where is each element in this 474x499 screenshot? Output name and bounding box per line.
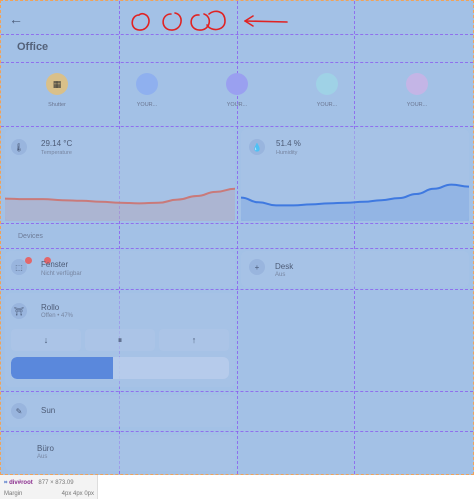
unavailable-badge [25,257,32,264]
humidity-value: 51.4 % [276,139,301,148]
buero-name: Büro [37,444,54,453]
buero-status: Aus [37,454,48,460]
fenster-status: Nicht verfügbar [41,271,82,277]
thermometer-icon: 🌡 [11,139,27,155]
scene-label: YOUR... [136,102,158,108]
sun-name: Sun [41,406,56,415]
slider-fill [11,357,114,379]
grid-guide [237,1,238,474]
devtools-highlight-overlay: ← Office ▦ Shutter YOUR... YOUR... YOUR.… [0,0,474,475]
element-tag: div#root [9,480,33,486]
plus-icon[interactable]: + [249,259,265,275]
scene-button[interactable]: YOUR... [308,73,346,108]
grid-guide [1,126,473,127]
desk-status: Aus [275,272,286,278]
blinds-icon: ⛩ [11,303,27,319]
page-title: Office [17,41,49,53]
scene-icon [316,73,338,95]
prop-value: 4px 4px 0px [61,491,94,497]
pause-icon: ⏸ [117,334,123,345]
grid-guide [1,391,473,392]
red-scribble-annotation [131,10,288,31]
grid-guide [1,289,473,290]
sun-icon: ✎ [11,403,27,419]
scene-icon [406,73,428,95]
grid-guide [1,431,473,432]
humidity-label: Humidity [276,150,298,156]
devices-section-label: Devices [18,233,43,240]
fenster-name: Fenster [41,260,69,269]
arrow-up-icon: ↑ [191,335,197,345]
grid-guide [354,1,355,474]
grid-guide [1,62,473,63]
scene-icon: ▦ [46,73,68,95]
rollo-up-button[interactable]: ↑ [159,329,229,351]
rollo-down-button[interactable]: ↓ [11,329,81,351]
scene-button[interactable]: YOUR... [128,73,166,108]
rollo-name: Rollo [41,303,60,312]
devtools-element-tooltip: ⌗ div#root 877 × 873.09 Margin 4px 4px 0… [0,475,98,499]
tooltip-element-row: ⌗ div#root 877 × 873.09 [4,480,74,487]
temperature-value: 29.14 °C [41,139,73,148]
grid-guide [1,248,473,249]
tooltip-prop-row: Margin 4px 4px 0px [4,491,94,497]
droplet-icon: 💧 [249,139,265,155]
rollo-status: Offen • 47% [41,313,74,319]
temperature-chart [5,187,235,221]
chart-area-fill [5,188,235,221]
desk-name: Desk [275,262,294,271]
grid-guide [1,223,473,224]
scene-label: YOUR... [406,102,428,108]
scene-label: Shutter [48,102,66,108]
back-arrow-icon[interactable]: ← [9,11,25,27]
scene-button[interactable]: YOUR... [398,73,436,108]
scene-icon [136,73,158,95]
sun-card[interactable] [5,395,235,427]
humidity-chart [241,183,469,221]
element-icon: ⌗ [4,480,8,486]
temperature-label: Temperature [41,150,72,156]
scene-icon [226,73,248,95]
arrow-down-icon: ↓ [43,335,49,345]
rollo-position-slider[interactable] [11,357,229,379]
fenster-card[interactable] [5,251,235,287]
scene-label: YOUR... [316,102,338,108]
prop-name: Margin [4,491,23,497]
buero-card[interactable] [5,435,235,471]
scene-button[interactable]: YOUR... [218,73,256,108]
scene-button[interactable]: ▦ Shutter [38,73,76,108]
scene-label: YOUR... [226,102,248,108]
rollo-stop-button[interactable]: ⏸ [85,329,155,351]
element-dimensions: 877 × 873.09 [38,480,74,486]
